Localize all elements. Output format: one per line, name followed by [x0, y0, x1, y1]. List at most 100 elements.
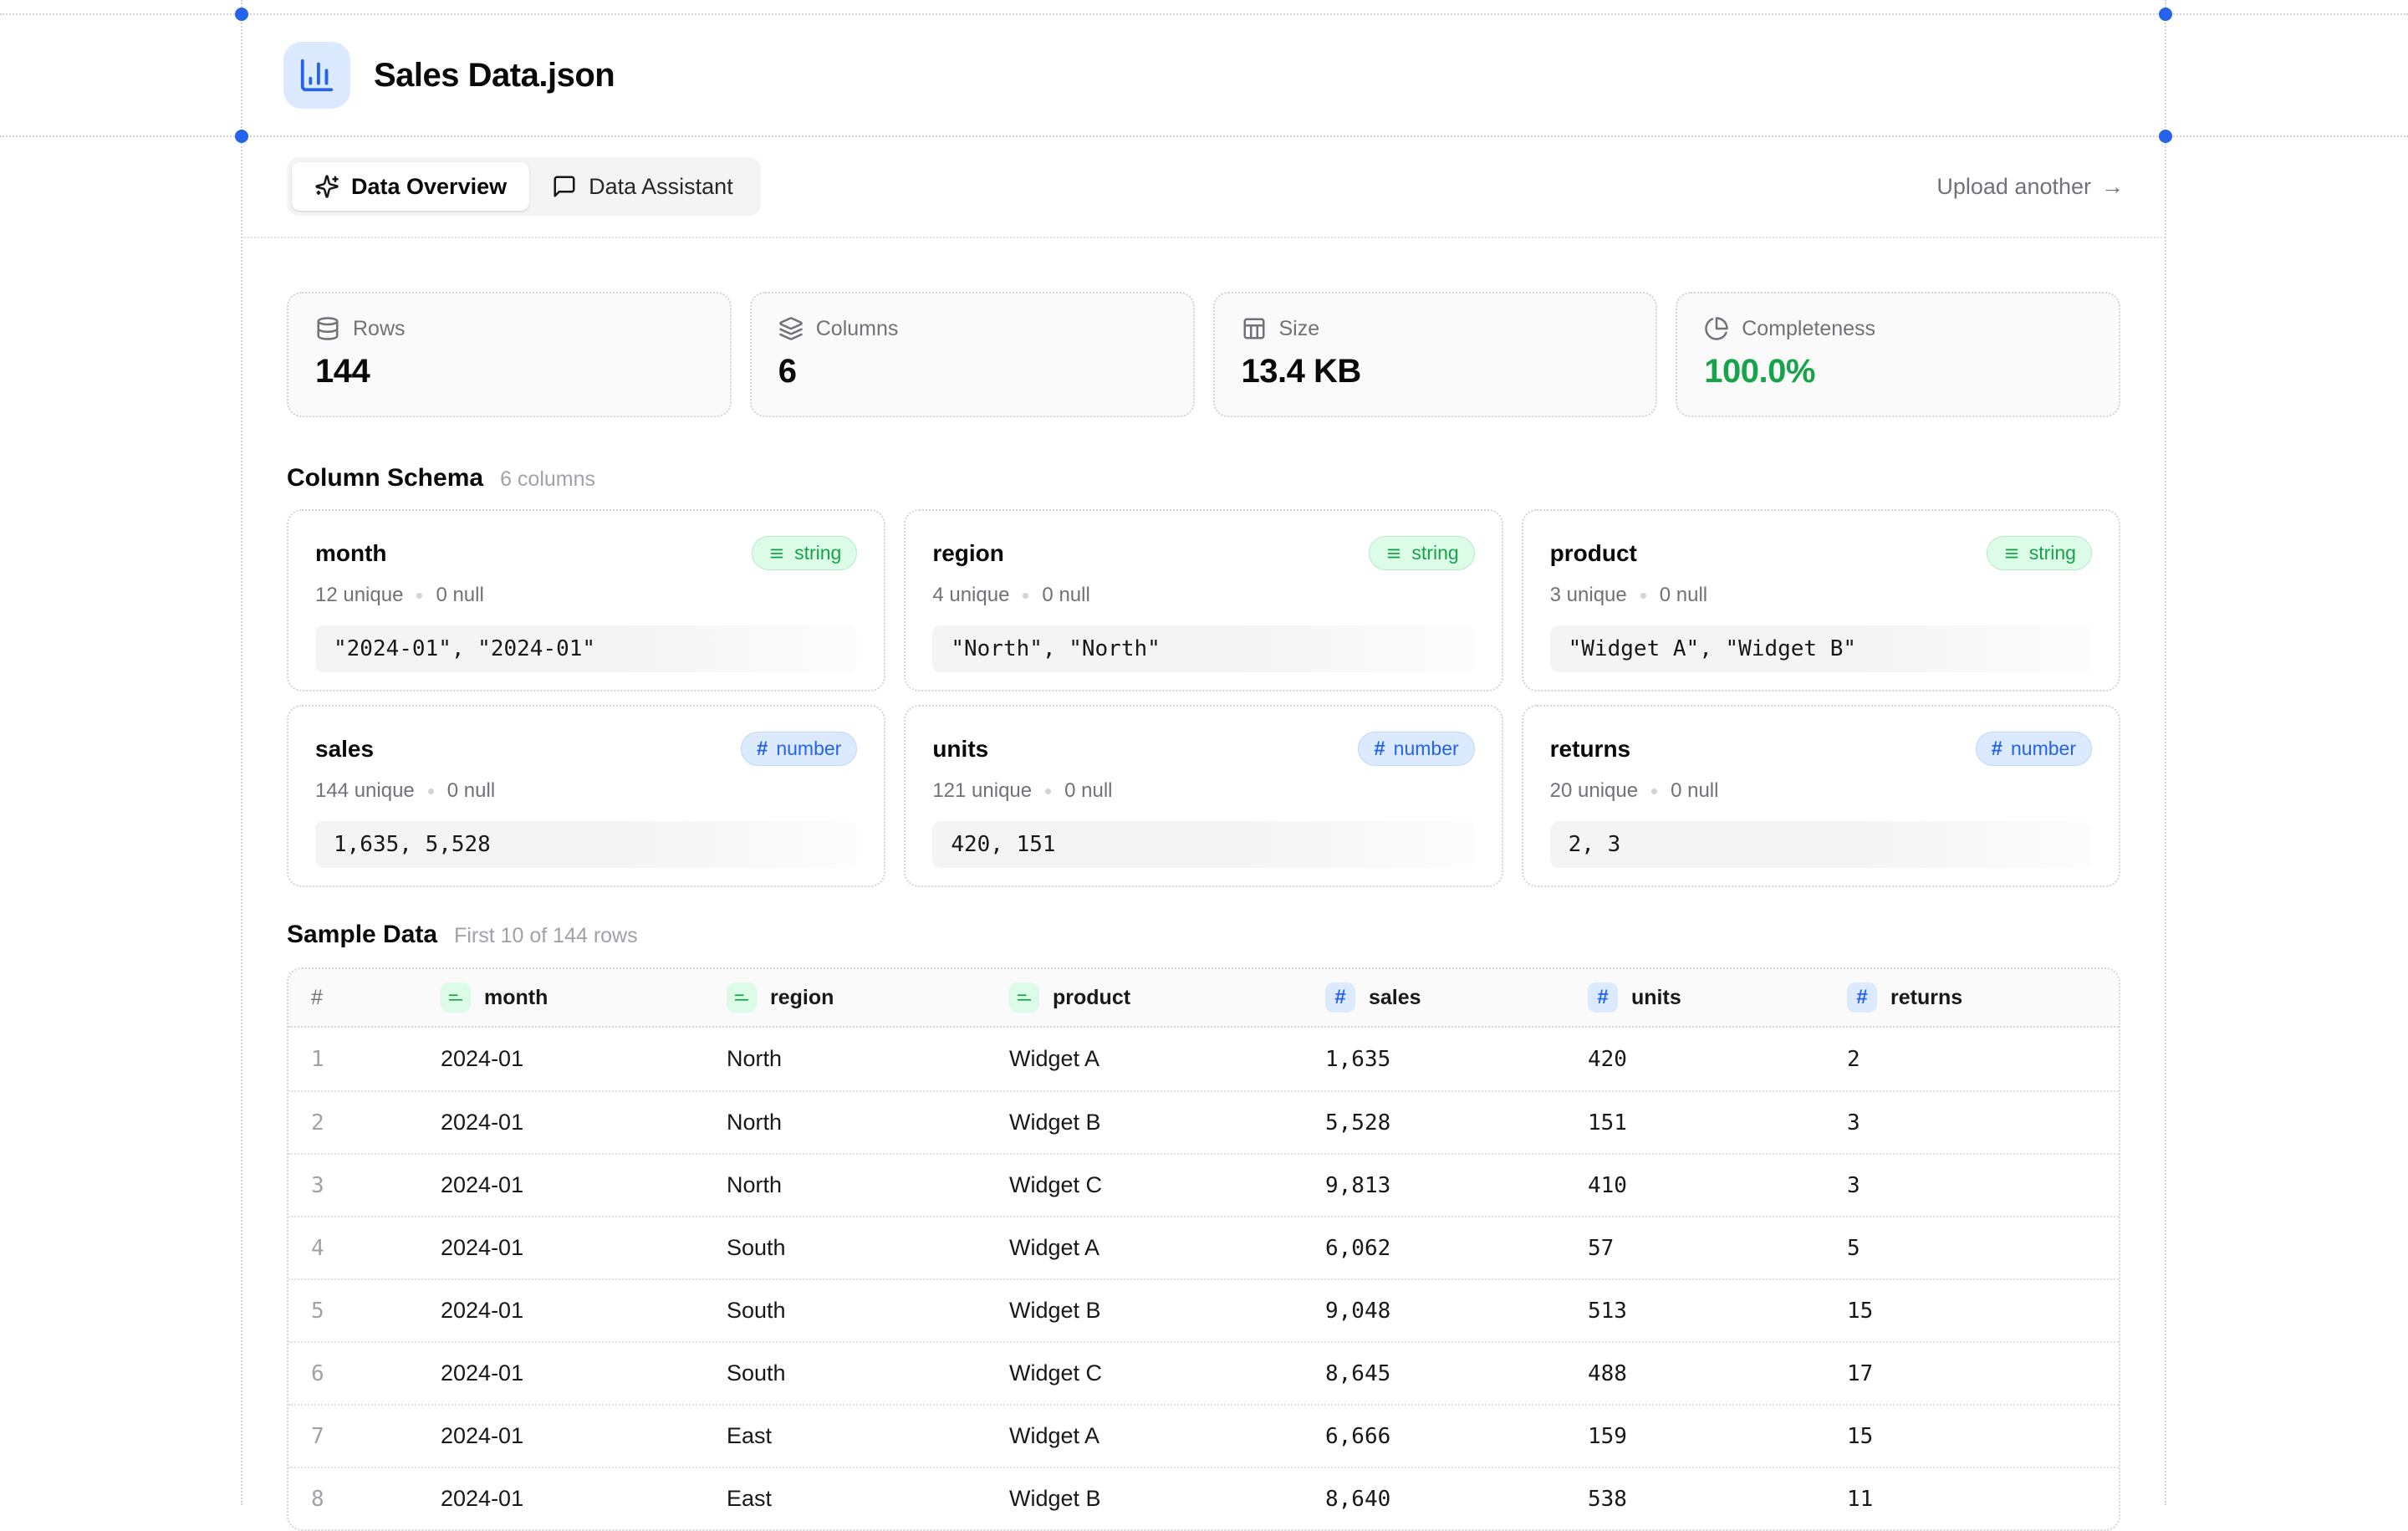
stat-card-size: Size 13.4 KB [1213, 292, 1658, 417]
schema-card-product: productstring3 unique0 null"Widget A", "… [1522, 509, 2120, 692]
number-type-icon: # [1325, 982, 1355, 1013]
table-cell-month: 2024-01 [441, 1360, 727, 1386]
column-stats: 144 unique0 null [315, 779, 857, 803]
table-cell-sales: 6,666 [1325, 1424, 1588, 1449]
table-cell-sales: 5,528 [1325, 1110, 1588, 1135]
table-cell-product: Widget C [1009, 1360, 1325, 1386]
schema-card-sales: sales#number144 unique0 null1,635, 5,528 [287, 705, 885, 887]
table-cell-index: 4 [288, 1236, 441, 1261]
table-cell-sales: 9,048 [1325, 1299, 1588, 1324]
table-cell-month: 2024-01 [441, 1172, 727, 1198]
text-lines-icon [2002, 544, 2021, 563]
table-cell-index: 7 [288, 1424, 441, 1449]
dot-separator [416, 593, 422, 599]
table-cell-index: 2 [288, 1110, 441, 1135]
table-cell-region: North [727, 1110, 1009, 1135]
unique-count: 4 unique [932, 584, 1009, 607]
dot-separator [1640, 593, 1646, 599]
table-row: 22024-01NorthWidget B5,5281513 [288, 1090, 2119, 1153]
schema-card-region: regionstring4 unique0 null"North", "Nort… [904, 509, 1502, 692]
table-header-region: region [727, 982, 1009, 1013]
table-header-product: product [1009, 982, 1325, 1013]
table-cell-returns: 11 [1847, 1487, 2119, 1512]
table-cell-region: South [727, 1298, 1009, 1324]
text-lines-icon [1015, 988, 1033, 1007]
table-cell-product: Widget C [1009, 1172, 1325, 1198]
dot-separator [1023, 593, 1028, 599]
table-cell-month: 2024-01 [441, 1298, 727, 1324]
file-title: Sales Data.json [374, 57, 615, 94]
sample-section-heading: Sample Data First 10 of 144 rows [287, 921, 2120, 949]
stat-label: Completeness [1742, 317, 1875, 341]
table-cell-returns: 3 [1847, 1110, 2119, 1135]
column-stats: 20 unique0 null [1550, 779, 2092, 803]
table-cell-units: 410 [1588, 1173, 1847, 1198]
table-cell-index: 1 [288, 1047, 441, 1072]
stat-label: Size [1279, 317, 1320, 341]
table-cell-sales: 9,813 [1325, 1173, 1588, 1198]
type-badge-number: #number [1976, 732, 2092, 766]
pie-chart-icon [1704, 316, 1729, 341]
column-stats: 4 unique 0 null [932, 584, 1474, 607]
table-cell-region: South [727, 1360, 1009, 1386]
main-content: Rows144Columns6Size13.4 KBCompleteness10… [242, 292, 2166, 1531]
table-cell-units: 488 [1588, 1361, 1847, 1386]
table-header-row: #monthregionproduct#sales#units#returns [288, 969, 2119, 1028]
table-cell-returns: 15 [1847, 1424, 2119, 1449]
text-lines-icon [446, 988, 465, 1007]
stat-value: 100.0% [1704, 353, 2092, 390]
type-label: string [1411, 542, 1458, 564]
sample-section-subtitle: First 10 of 144 rows [454, 924, 638, 948]
table-cell-month: 2024-01 [441, 1486, 727, 1512]
table-cell-sales: 8,645 [1325, 1361, 1588, 1386]
table-row: 72024-01EastWidget A6,66615915 [288, 1404, 2119, 1467]
table-row: 62024-01SouthWidget C8,64548817 [288, 1341, 2119, 1404]
table-header-label: returns [1890, 986, 1962, 1010]
table-cell-month: 2024-01 [441, 1046, 727, 1072]
tab-data-assistant[interactable]: Data Assistant [529, 162, 756, 211]
sample-values: 1,635, 5,528 [315, 821, 857, 868]
tab-label: Data Overview [351, 174, 507, 200]
text-lines-icon [768, 544, 786, 563]
table-cell-product: Widget B [1009, 1110, 1325, 1135]
column-stats: 121 unique0 null [932, 779, 1474, 803]
hash-icon: # [757, 739, 768, 759]
type-badge-number: #number [1358, 732, 1474, 766]
table-header-label: sales [1369, 986, 1421, 1010]
null-count: 0 null [1042, 584, 1089, 607]
table-cell-returns: 5 [1847, 1236, 2119, 1261]
table-cell-region: East [727, 1486, 1009, 1512]
bar-chart-icon [283, 42, 350, 109]
column-name: month [315, 540, 387, 567]
table-cell-month: 2024-01 [441, 1110, 727, 1135]
message-square-icon [552, 174, 577, 199]
unique-count: 121 unique [932, 779, 1032, 803]
table-cell-region: East [727, 1423, 1009, 1449]
table-row: 82024-01EastWidget B8,64053811 [288, 1467, 2119, 1529]
type-badge-string: string [1987, 536, 2092, 570]
tab-data-overview[interactable]: Data Overview [292, 162, 529, 211]
hash-icon: # [1374, 739, 1385, 759]
upload-another-link[interactable]: Upload another → [1936, 174, 2124, 200]
table-header-units: #units [1588, 982, 1847, 1013]
dot-separator [1651, 788, 1657, 794]
table-cell-index: 5 [288, 1299, 441, 1324]
table-row: 52024-01SouthWidget B9,04851315 [288, 1278, 2119, 1341]
table-row: 32024-01NorthWidget C9,8134103 [288, 1153, 2119, 1216]
stat-value: 13.4 KB [1242, 353, 1630, 390]
bar-chart-icon [298, 56, 336, 94]
stat-card-columns: Columns6 [750, 292, 1195, 417]
table-cell-units: 513 [1588, 1299, 1847, 1324]
stat-label: Rows [353, 317, 406, 341]
table-cell-index: 6 [288, 1361, 441, 1386]
unique-count: 20 unique [1550, 779, 1638, 803]
table-body: 12024-01NorthWidget A1,635420222024-01No… [288, 1028, 2119, 1529]
database-icon [315, 316, 340, 341]
table-cell-product: Widget B [1009, 1298, 1325, 1324]
schema-card-month: monthstring12 unique0 null"2024-01", "20… [287, 509, 885, 692]
table-cell-units: 538 [1588, 1487, 1847, 1512]
column-name: units [932, 736, 988, 763]
toolbar: Data Overview Data Assistant Upload anoth… [242, 136, 2166, 238]
table-cell-region: South [727, 1235, 1009, 1261]
null-count: 0 null [1660, 584, 1707, 607]
